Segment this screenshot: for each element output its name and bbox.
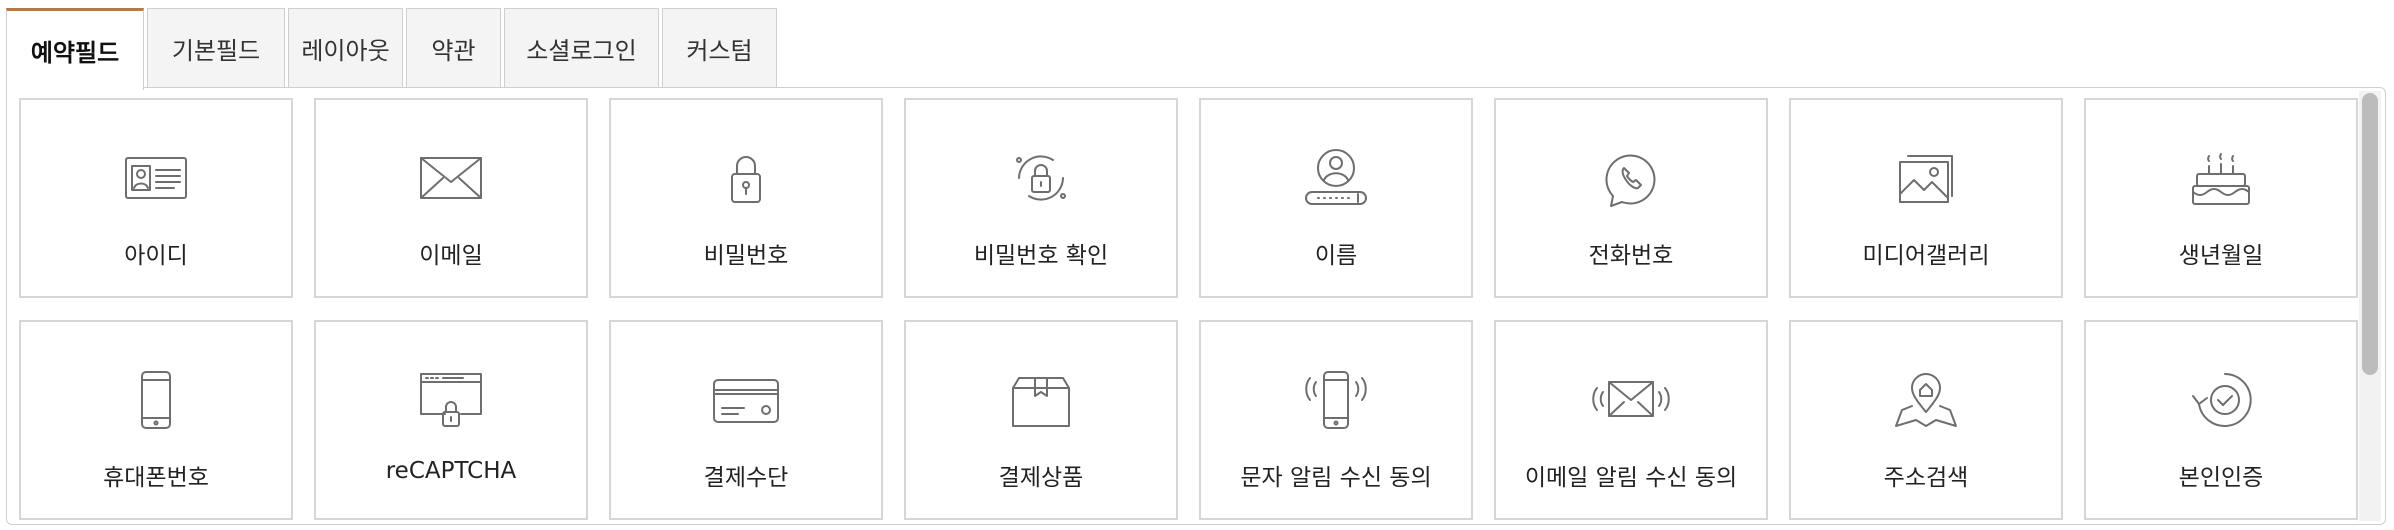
tab-social-login[interactable]: 소셜로그인 <box>504 8 659 88</box>
birthday-cake-icon <box>2181 146 2261 210</box>
field-label: 이름 <box>1314 243 1358 269</box>
credit-card-icon <box>706 368 786 432</box>
field-card-name[interactable]: 이름 <box>1199 98 1473 298</box>
field-panel: 아이디 이메일 비밀번호 비밀번호 확인 이름 전화번호 미디어갤러리 생년월일… <box>6 87 2386 525</box>
tab-bar: 예약필드 기본필드 레이아웃 약관 소셜로그인 커스텀 <box>6 8 780 90</box>
browser-lock-icon <box>411 368 491 432</box>
field-label: reCAPTCHA <box>385 458 517 484</box>
mobile-phone-icon <box>116 368 196 432</box>
lock-refresh-icon <box>1001 146 1081 210</box>
field-label: 아이디 <box>124 243 188 269</box>
tab-custom[interactable]: 커스텀 <box>662 8 777 88</box>
field-card-media-gallery[interactable]: 미디어갤러리 <box>1789 98 2063 298</box>
vertical-scrollbar[interactable] <box>2359 91 2381 521</box>
user-name-icon <box>1296 146 1376 210</box>
tab-terms[interactable]: 약관 <box>406 8 501 88</box>
field-card-email-consent[interactable]: 이메일 알림 수신 동의 <box>1494 320 1768 520</box>
envelope-icon <box>411 146 491 210</box>
field-card-email[interactable]: 이메일 <box>314 98 588 298</box>
field-card-id[interactable]: 아이디 <box>19 98 293 298</box>
field-label: 결제수단 <box>703 465 789 491</box>
field-label: 미디어갤러리 <box>1862 243 1990 269</box>
field-card-payment-product[interactable]: 결제상품 <box>904 320 1178 520</box>
field-label: 생년월일 <box>2178 243 2264 269</box>
id-card-icon <box>116 146 196 210</box>
field-label: 결제상품 <box>998 465 1084 491</box>
scrollbar-thumb[interactable] <box>2362 93 2378 375</box>
field-card-phone[interactable]: 전화번호 <box>1494 98 1768 298</box>
verified-refresh-icon <box>2181 368 2261 432</box>
vibrating-phone-icon <box>1296 368 1376 432</box>
field-card-recaptcha[interactable]: reCAPTCHA <box>314 320 588 520</box>
field-label: 휴대폰번호 <box>103 465 209 491</box>
tab-basic-fields[interactable]: 기본필드 <box>147 8 285 88</box>
tab-reserved-fields[interactable]: 예약필드 <box>6 8 144 90</box>
field-label: 문자 알림 수신 동의 <box>1240 465 1432 491</box>
field-card-birthdate[interactable]: 생년월일 <box>2084 98 2358 298</box>
field-grid: 아이디 이메일 비밀번호 비밀번호 확인 이름 전화번호 미디어갤러리 생년월일… <box>19 98 2358 520</box>
field-card-identity-verification[interactable]: 본인인증 <box>2084 320 2358 520</box>
field-label: 이메일 <box>419 243 483 269</box>
field-label: 주소검색 <box>1883 465 1969 491</box>
package-box-icon <box>1001 368 1081 432</box>
field-label: 본인인증 <box>2178 465 2264 491</box>
field-label: 비밀번호 <box>703 243 789 269</box>
field-card-payment-method[interactable]: 결제수단 <box>609 320 883 520</box>
field-label: 비밀번호 확인 <box>973 243 1109 269</box>
field-card-mobile[interactable]: 휴대폰번호 <box>19 320 293 520</box>
map-pin-icon <box>1886 368 1966 432</box>
phone-call-icon <box>1591 146 1671 210</box>
field-card-sms-consent[interactable]: 문자 알림 수신 동의 <box>1199 320 1473 520</box>
field-card-address-search[interactable]: 주소검색 <box>1789 320 2063 520</box>
lock-icon <box>706 146 786 210</box>
tab-layout[interactable]: 레이아웃 <box>288 8 403 88</box>
field-card-password-confirm[interactable]: 비밀번호 확인 <box>904 98 1178 298</box>
field-label: 전화번호 <box>1588 243 1674 269</box>
image-gallery-icon <box>1886 146 1966 210</box>
vibrating-envelope-icon <box>1591 368 1671 432</box>
field-label: 이메일 알림 수신 동의 <box>1524 465 1738 491</box>
field-card-password[interactable]: 비밀번호 <box>609 98 883 298</box>
